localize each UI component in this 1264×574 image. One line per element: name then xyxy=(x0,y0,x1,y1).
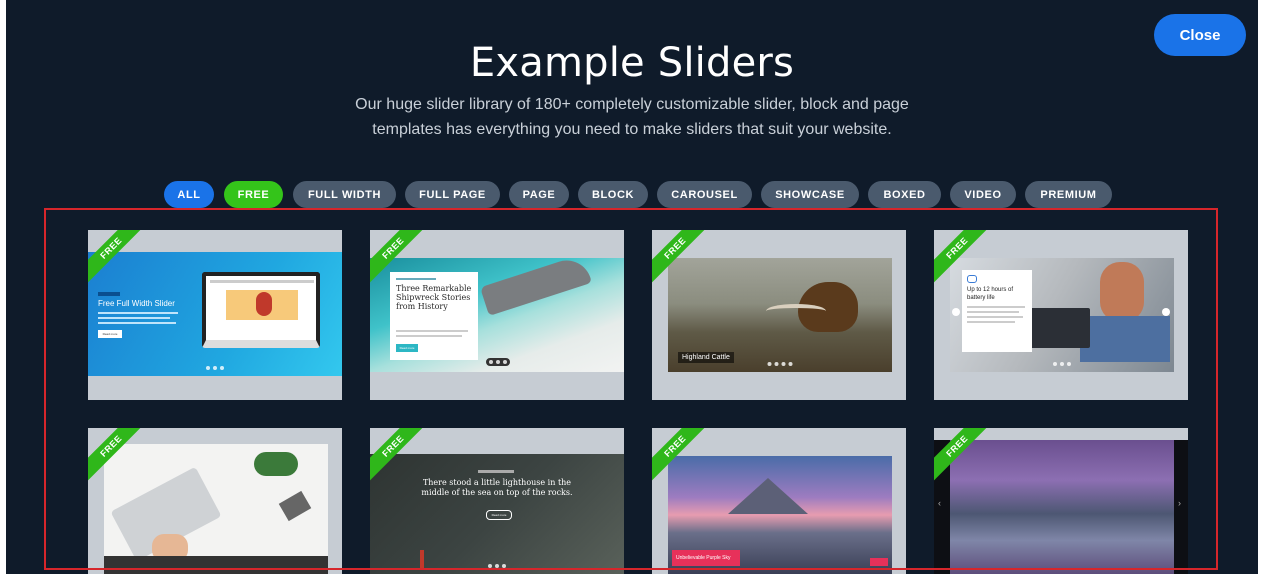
filter-free[interactable]: FREE xyxy=(224,181,283,208)
filter-full-width[interactable]: FULL WIDTH xyxy=(293,181,396,208)
subtitle-line-2: templates has everything you need to mak… xyxy=(372,121,892,138)
filter-full-page[interactable]: FULL PAGE xyxy=(405,181,500,208)
close-button[interactable]: Close xyxy=(1154,14,1246,56)
page-title: Example Sliders xyxy=(469,40,795,86)
filter-block[interactable]: BLOCK xyxy=(578,181,648,208)
subtitle-line-1: Our huge slider library of 180+ complete… xyxy=(355,96,909,113)
filter-boxed[interactable]: BOXED xyxy=(868,181,941,208)
filter-carousel[interactable]: CAROUSEL xyxy=(657,181,752,208)
filter-video[interactable]: VIDEO xyxy=(950,181,1016,208)
filter-premium[interactable]: PREMIUM xyxy=(1025,181,1112,208)
filter-showcase[interactable]: SHOWCASE xyxy=(761,181,859,208)
page-subtitle: Our huge slider library of 180+ complete… xyxy=(6,92,1258,142)
filter-all[interactable]: ALL xyxy=(164,181,214,208)
filter-page[interactable]: PAGE xyxy=(509,181,569,208)
selection-highlight xyxy=(44,208,1218,570)
filter-bar: ALL FREE FULL WIDTH FULL PAGE PAGE BLOCK… xyxy=(6,181,1258,208)
example-sliders-modal: Example Sliders Our huge slider library … xyxy=(6,0,1258,574)
